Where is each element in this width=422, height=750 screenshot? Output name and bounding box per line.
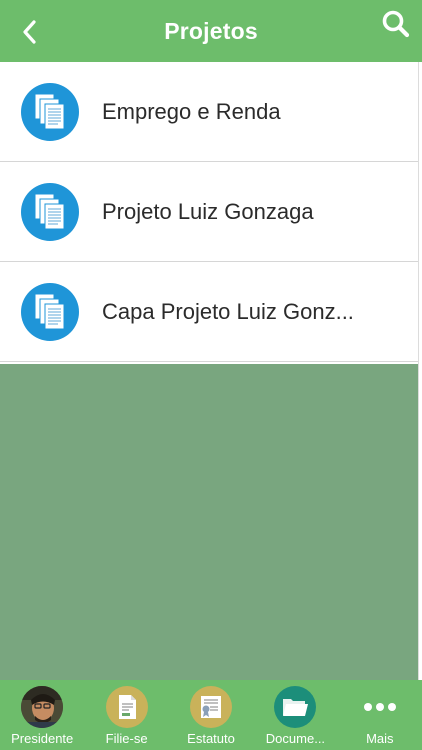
tab-label: Mais: [366, 731, 394, 746]
list-item[interactable]: Emprego e Renda: [0, 62, 418, 162]
documents-icon: [21, 183, 79, 241]
back-button[interactable]: [14, 16, 50, 48]
tab-documentos[interactable]: Docume...: [253, 680, 337, 750]
list-item[interactable]: Projeto Luiz Gonzaga: [0, 162, 418, 262]
folder-icon: [274, 686, 317, 728]
app-screen: Projetos Emprego e Renda Projeto Luiz Go…: [0, 0, 422, 750]
project-list: Emprego e Renda Projeto Luiz Gonzaga Cap…: [0, 62, 418, 362]
scrollbar[interactable]: [418, 62, 422, 680]
certificate-icon: [190, 686, 233, 728]
list-item-label: Emprego e Renda: [102, 99, 281, 124]
tab-bar: Presidente Filie-se Estatuto Docume... M…: [0, 680, 422, 750]
search-icon: [382, 10, 410, 38]
avatar: [21, 686, 64, 728]
tab-presidente[interactable]: Presidente: [0, 680, 84, 750]
nav-header: Projetos: [0, 0, 422, 62]
page-title: Projetos: [164, 17, 258, 44]
chevron-left-icon: [23, 20, 36, 44]
tab-label: Estatuto: [187, 731, 235, 746]
tab-label: Docume...: [265, 731, 326, 746]
list-item[interactable]: Capa Projeto Luiz Gonz...: [0, 262, 418, 362]
form-icon: [105, 686, 148, 728]
tab-mais[interactable]: Mais: [338, 680, 422, 750]
tab-estatuto[interactable]: Estatuto: [169, 680, 253, 750]
tab-label: Presidente: [11, 731, 74, 746]
list-item-label: Capa Projeto Luiz Gonz...: [102, 299, 354, 324]
tab-filie-se[interactable]: Filie-se: [84, 680, 168, 750]
empty-content-area: [0, 364, 418, 680]
list-item-label: Projeto Luiz Gonzaga: [102, 199, 314, 224]
tab-label: Filie-se: [105, 731, 148, 746]
more-dots-icon: [359, 686, 401, 728]
search-button[interactable]: [380, 8, 412, 40]
documents-icon: [21, 283, 79, 341]
documents-icon: [21, 83, 79, 141]
